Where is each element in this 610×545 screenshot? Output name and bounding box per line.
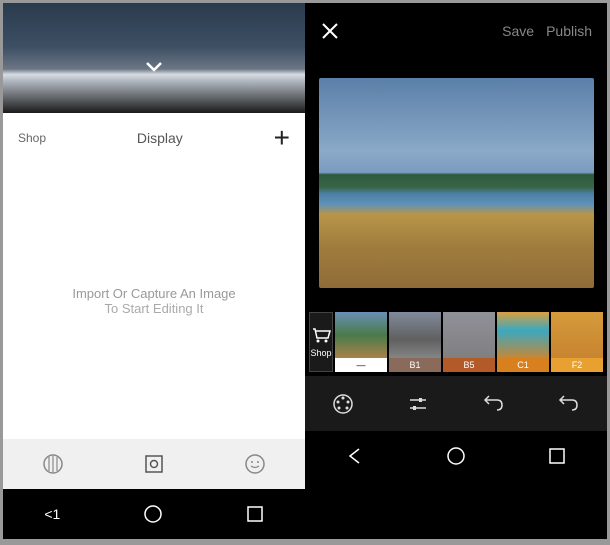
filter-tile[interactable]: F2	[551, 312, 603, 372]
filter-tile[interactable]: B1	[389, 312, 441, 372]
filter-label: C1	[497, 358, 549, 372]
filter-preview	[443, 312, 495, 358]
filter-preview	[389, 312, 441, 358]
nav-back-icon[interactable]	[346, 447, 364, 465]
empty-line1: Import Or Capture An Image	[72, 286, 235, 301]
nav-recent-icon[interactable]	[548, 447, 566, 465]
photo-preview[interactable]	[319, 78, 594, 288]
chevron-down-icon[interactable]	[145, 61, 163, 73]
filter-tile[interactable]: B5	[443, 312, 495, 372]
publish-button[interactable]: Publish	[546, 23, 592, 39]
filter-tile[interactable]: C1	[497, 312, 549, 372]
shop-tile-label: Shop	[310, 348, 331, 358]
filter-icon[interactable]	[42, 453, 64, 475]
edit-panel: Save Publish Shop —B1B5C1F2	[305, 3, 607, 539]
cart-icon	[310, 326, 332, 344]
close-icon[interactable]	[320, 21, 340, 41]
photo-preview-area	[305, 58, 607, 308]
nav-recent-icon[interactable]	[246, 505, 264, 523]
save-button[interactable]: Save	[502, 23, 534, 39]
bottom-toolbar	[3, 439, 305, 489]
empty-line2: To Start Editing It	[105, 301, 204, 316]
gallery-header: Shop Display +	[3, 113, 305, 163]
filter-label: B1	[389, 358, 441, 372]
gallery-panel: Shop Display + Import Or Capture An Imag…	[3, 3, 305, 539]
panel-title: Display	[137, 130, 183, 146]
filter-label: F2	[551, 358, 603, 372]
nav-home-icon[interactable]	[143, 504, 163, 524]
nav-home-icon[interactable]	[446, 446, 466, 466]
redo-icon[interactable]	[558, 395, 580, 413]
sliders-icon[interactable]	[407, 393, 429, 415]
filter-label: B5	[443, 358, 495, 372]
capture-icon[interactable]	[143, 453, 165, 475]
edit-toolbar	[305, 376, 607, 431]
empty-state: Import Or Capture An Image To Start Edit…	[3, 163, 305, 439]
background-image	[3, 3, 305, 113]
presets-icon[interactable]	[332, 393, 354, 415]
nav-back-dbl[interactable]: <1	[44, 506, 60, 522]
add-button[interactable]: +	[274, 122, 290, 154]
undo-icon[interactable]	[483, 395, 505, 413]
filter-preview	[551, 312, 603, 358]
filter-preview	[335, 312, 387, 358]
face-icon[interactable]	[244, 453, 266, 475]
filter-tile[interactable]: —	[335, 312, 387, 372]
shop-tile[interactable]: Shop	[309, 312, 333, 372]
shop-link[interactable]: Shop	[18, 131, 46, 145]
android-nav-right	[305, 431, 607, 481]
filter-strip: Shop —B1B5C1F2	[305, 308, 607, 376]
android-nav-left: <1	[3, 489, 305, 539]
filter-preview	[497, 312, 549, 358]
edit-header: Save Publish	[305, 3, 607, 58]
filter-label: —	[335, 358, 387, 372]
